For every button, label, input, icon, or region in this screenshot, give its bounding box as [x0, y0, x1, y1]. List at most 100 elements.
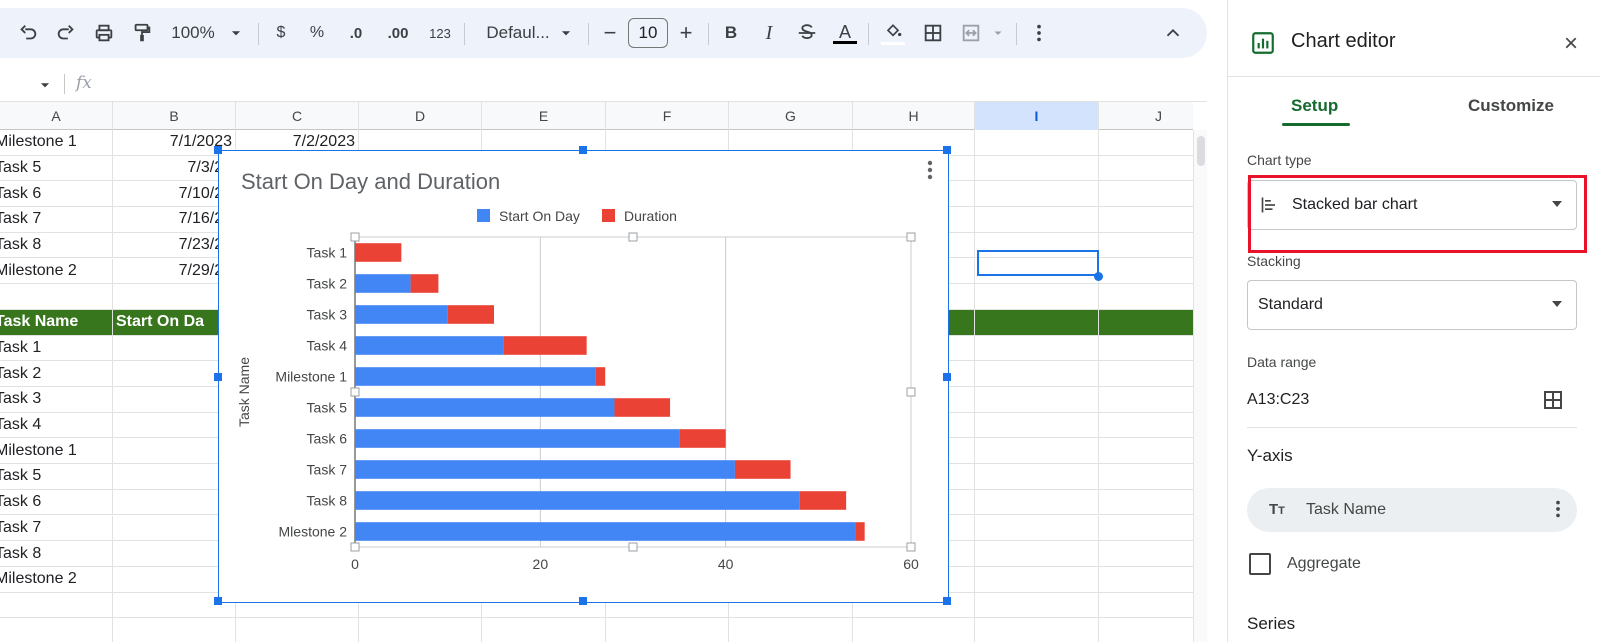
resize-handle[interactable]	[943, 373, 951, 381]
cell-empty[interactable]	[975, 335, 1099, 361]
cell-a[interactable]: Task 7	[0, 207, 113, 232]
column-header-e[interactable]: E	[482, 102, 606, 130]
tab-setup[interactable]: Setup	[1291, 96, 1338, 116]
merge-cells-icon[interactable]	[956, 8, 986, 58]
column-header-b[interactable]: B	[113, 102, 236, 130]
cell-empty[interactable]	[975, 592, 1099, 618]
paint-format-icon[interactable]	[126, 8, 158, 58]
cell-empty[interactable]	[1099, 413, 1193, 438]
more-vert-icon[interactable]	[1547, 498, 1569, 525]
y-axis-chip[interactable]: TT Task Name	[1247, 488, 1577, 532]
column-header-d[interactable]: D	[359, 102, 482, 130]
cell-empty[interactable]	[482, 618, 606, 642]
vertical-scrollbar[interactable]	[1193, 130, 1207, 642]
resize-handle[interactable]	[214, 373, 222, 381]
cell-a[interactable]: Task 6	[0, 489, 113, 515]
cell-empty[interactable]	[0, 592, 113, 618]
cell-empty[interactable]	[975, 464, 1099, 489]
cell-empty[interactable]	[975, 438, 1099, 464]
cell-empty[interactable]	[729, 618, 853, 642]
cell-empty[interactable]	[1099, 567, 1193, 592]
cell-empty[interactable]	[1099, 464, 1193, 489]
aggregate-checkbox[interactable]	[1249, 553, 1271, 575]
increase-decimal-button[interactable]: .00	[380, 8, 416, 58]
cell-a[interactable]: Task 5	[0, 464, 113, 489]
cell-empty[interactable]	[1099, 516, 1193, 541]
fill-handle[interactable]	[1094, 272, 1103, 281]
cell-empty[interactable]	[975, 155, 1099, 181]
cell-a[interactable]: Milestone 2	[0, 258, 113, 284]
resize-handle[interactable]	[943, 146, 951, 154]
font-size-input[interactable]: 10	[628, 18, 668, 48]
cell-empty[interactable]	[0, 618, 113, 642]
more-vert-icon[interactable]	[1024, 8, 1054, 58]
cell-a[interactable]: Milestone 2	[0, 566, 113, 592]
cell-empty[interactable]	[975, 309, 1099, 335]
column-header-g[interactable]: G	[729, 102, 853, 130]
decrease-font-size-button[interactable]: −	[598, 8, 622, 58]
cell-empty[interactable]	[1099, 438, 1193, 463]
cell-empty[interactable]	[1099, 336, 1193, 361]
cell-empty[interactable]	[1099, 207, 1193, 232]
chevron-down-icon[interactable]	[556, 8, 576, 58]
chart-object[interactable]: Start On Day and Duration Start On Day Du…	[214, 146, 951, 605]
cell-empty[interactable]	[975, 515, 1099, 541]
cell-empty[interactable]	[975, 181, 1099, 207]
resize-handle[interactable]	[943, 597, 951, 605]
strikethrough-icon[interactable]	[792, 8, 822, 58]
resize-handle[interactable]	[579, 146, 587, 154]
cell-empty[interactable]	[975, 130, 1099, 155]
cell-empty[interactable]	[975, 566, 1099, 592]
cell-a[interactable]: Task 8	[0, 541, 113, 566]
column-header-h[interactable]: H	[853, 102, 975, 130]
cell-empty[interactable]	[975, 541, 1099, 566]
data-range-value[interactable]: A13:C23	[1247, 391, 1309, 409]
resize-handle[interactable]	[579, 597, 587, 605]
cell-a[interactable]: Task 4	[0, 412, 113, 438]
text-color-button[interactable]: A	[830, 8, 860, 58]
stacking-dropdown[interactable]: Standard	[1247, 280, 1577, 330]
cell-empty[interactable]	[1099, 156, 1193, 181]
cell-empty[interactable]	[975, 618, 1099, 642]
name-box-dropdown-icon[interactable]	[38, 78, 52, 97]
resize-handle[interactable]	[214, 146, 222, 154]
undo-icon[interactable]	[12, 8, 44, 58]
cell-empty[interactable]	[975, 489, 1099, 515]
cell-empty[interactable]	[1099, 618, 1193, 642]
cell-empty[interactable]	[975, 412, 1099, 438]
increase-font-size-button[interactable]: +	[674, 8, 698, 58]
chevron-up-icon[interactable]	[1156, 8, 1190, 58]
column-header-a[interactable]: A	[0, 102, 113, 130]
select-range-icon[interactable]	[1541, 388, 1565, 417]
cell-a[interactable]: Milestone 1	[0, 130, 113, 155]
resize-handle[interactable]	[214, 597, 222, 605]
cell-a[interactable]: Task 6	[0, 181, 113, 207]
decrease-decimal-button[interactable]: .0	[340, 8, 372, 58]
bold-button[interactable]: B	[716, 8, 746, 58]
cell-a[interactable]: Task 5	[0, 155, 113, 181]
cell-a[interactable]: Task 3	[0, 387, 113, 412]
cell-empty[interactable]	[1099, 233, 1193, 258]
cell-a[interactable]: Task 8	[0, 232, 113, 258]
cell-empty[interactable]	[1099, 309, 1193, 335]
tab-customize[interactable]: Customize	[1468, 96, 1554, 116]
column-header-c[interactable]: C	[236, 102, 359, 130]
cell-empty[interactable]	[1099, 361, 1193, 386]
column-header-f[interactable]: F	[606, 102, 729, 130]
cell-a[interactable]: Task 7	[0, 515, 113, 541]
number-format-button[interactable]: 123	[424, 8, 456, 58]
cell-empty[interactable]	[1099, 259, 1193, 284]
selected-cell[interactable]	[977, 250, 1099, 276]
cell-empty[interactable]	[853, 618, 975, 642]
chevron-down-icon[interactable]	[226, 8, 246, 58]
column-header-j[interactable]: J	[1099, 102, 1193, 130]
font-family-select[interactable]: Defaul...	[478, 8, 558, 58]
cell-empty[interactable]	[975, 361, 1099, 386]
column-header-i[interactable]: I	[975, 102, 1099, 130]
percent-format-button[interactable]: %	[304, 8, 330, 58]
cell-empty[interactable]	[1099, 490, 1193, 515]
cell-empty[interactable]	[975, 387, 1099, 412]
scrollbar-thumb[interactable]	[1197, 136, 1205, 166]
cell-a[interactable]: Task 1	[0, 335, 113, 361]
cell-empty[interactable]	[1099, 593, 1193, 618]
